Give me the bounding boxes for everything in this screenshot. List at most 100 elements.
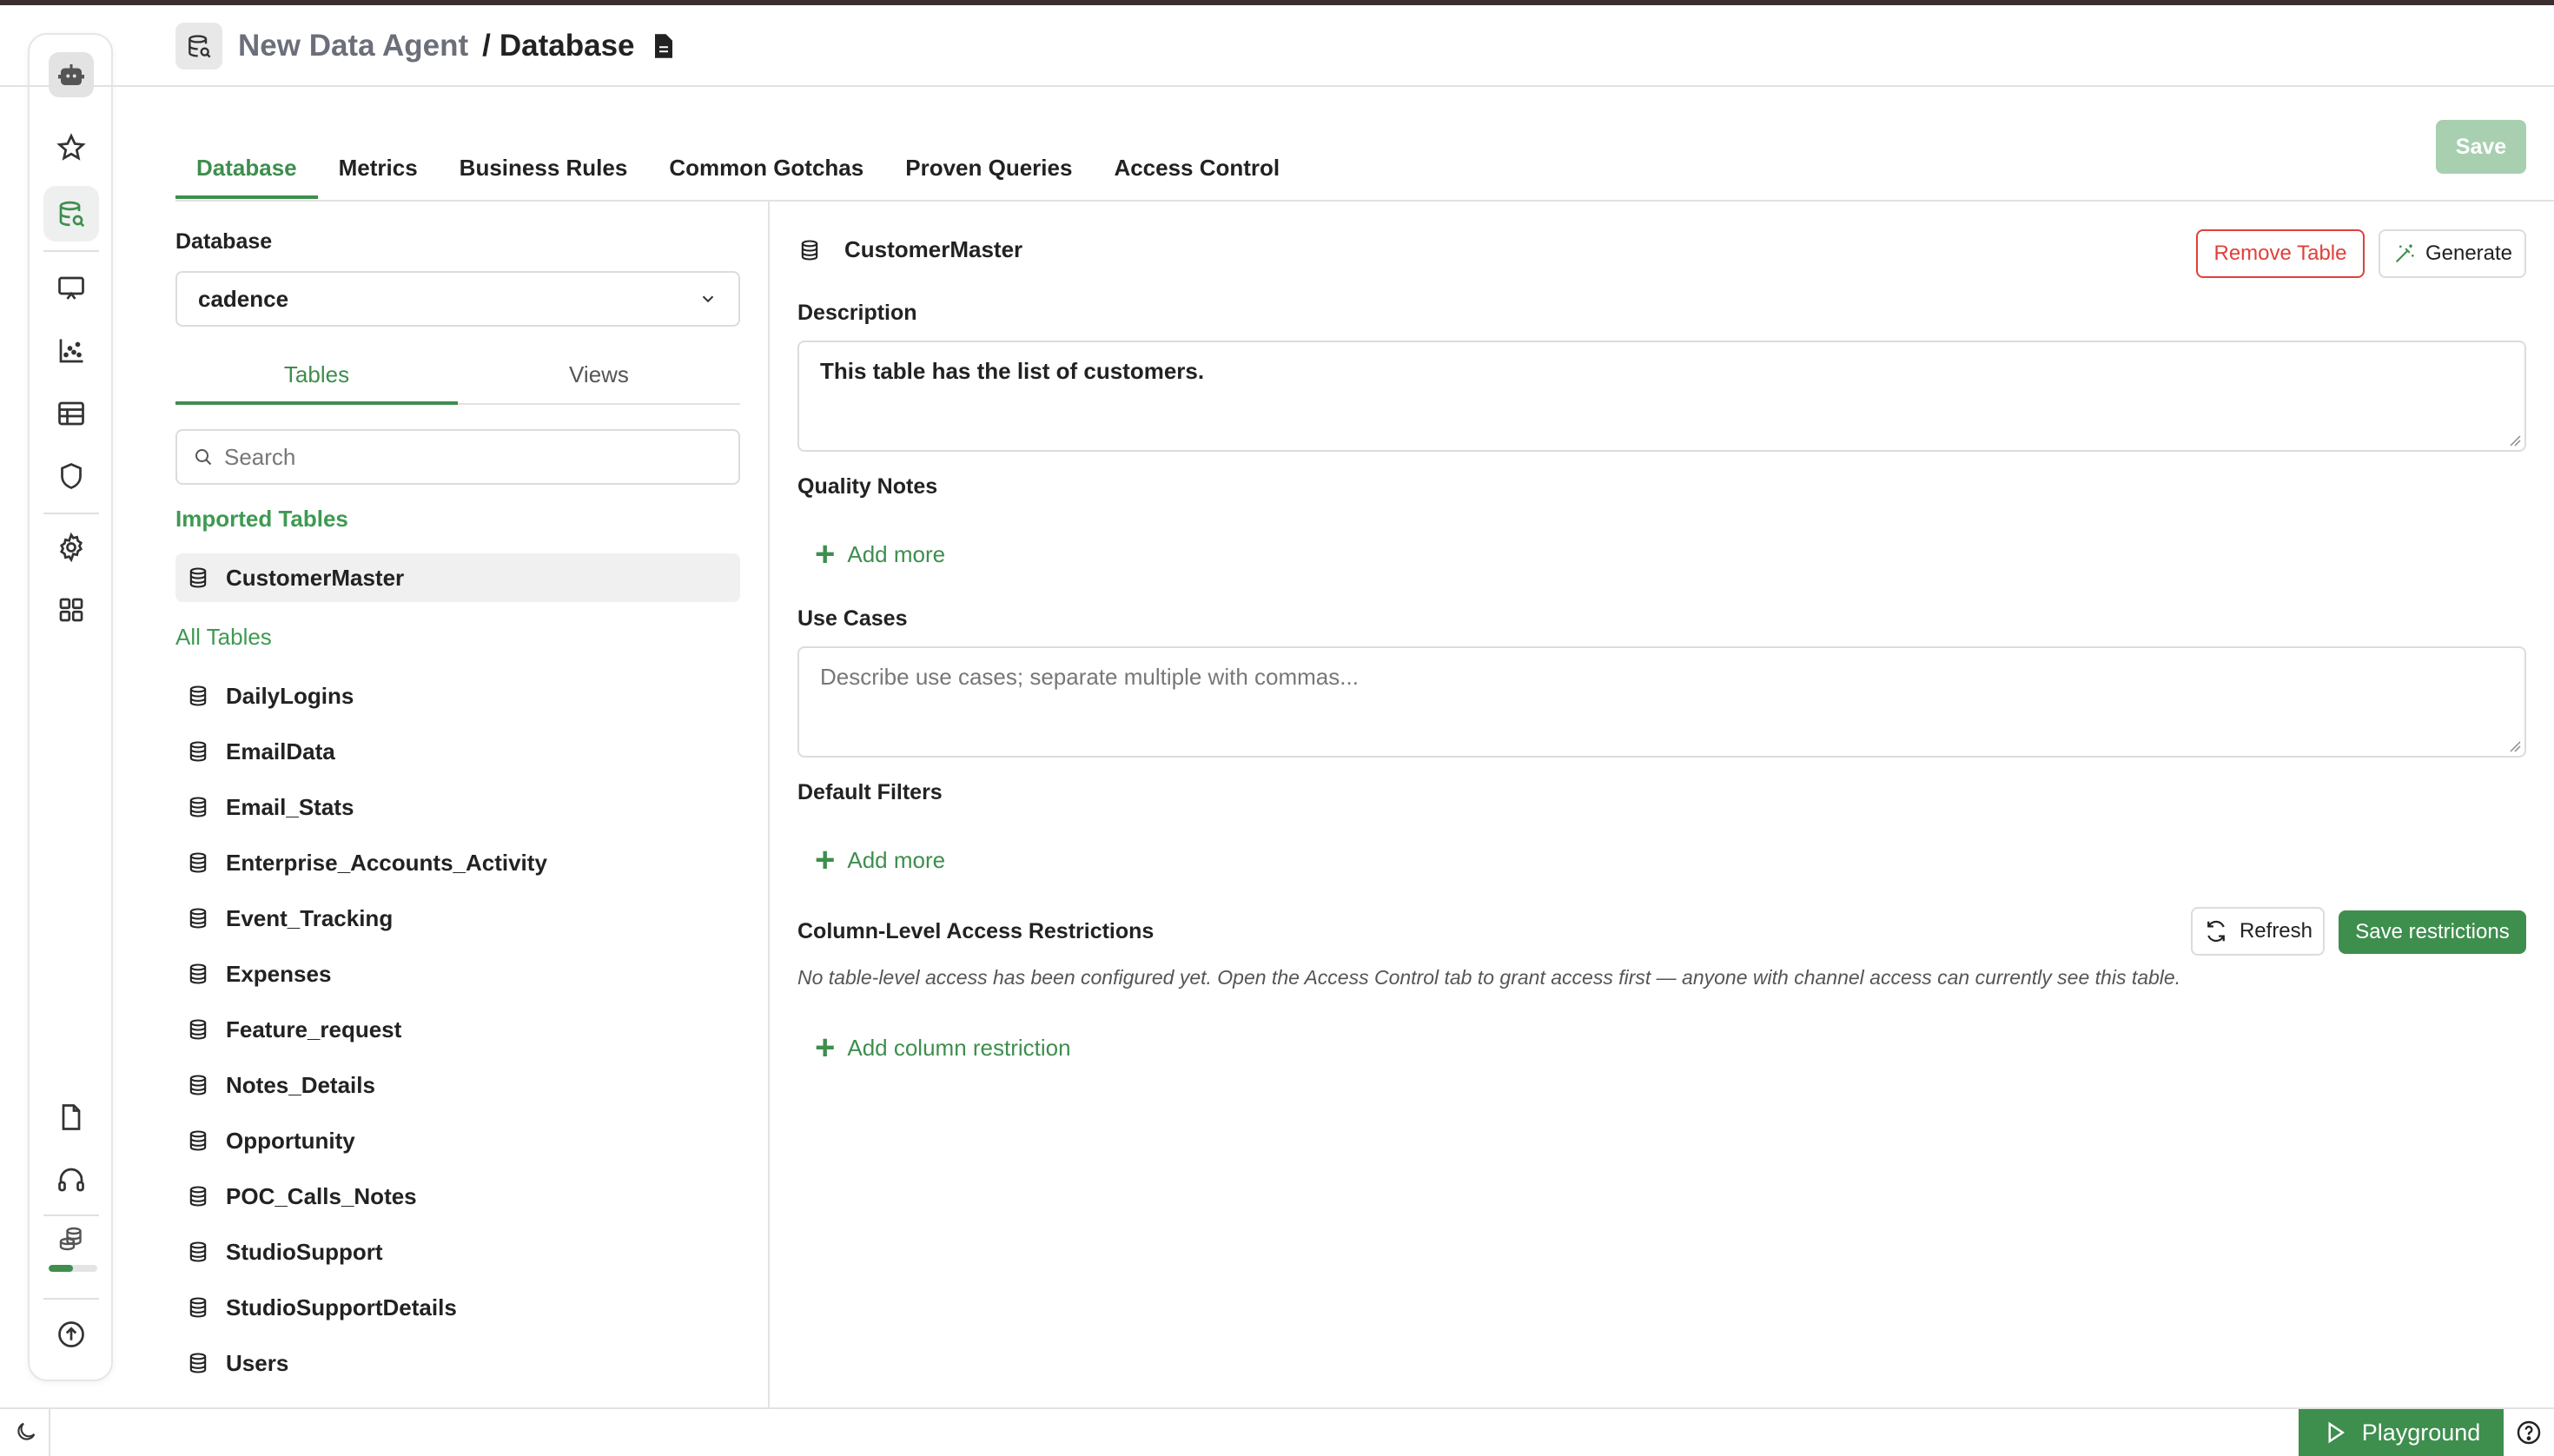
tab-metrics[interactable]: Metrics (318, 148, 439, 199)
table-name: Opportunity (226, 1127, 355, 1154)
description-field[interactable]: This table has the list of customers. (797, 341, 2526, 452)
tab-access-control[interactable]: Access Control (1093, 148, 1300, 199)
grid-icon[interactable] (43, 582, 99, 638)
page-header: New Data Agent / Database (175, 23, 675, 69)
usage-progress-fill (49, 1265, 73, 1272)
all-tables-heading: All Tables (175, 624, 272, 650)
restrictions-info-note: No table-level access has been configure… (797, 966, 2181, 989)
table-list-item[interactable]: DailyLogins (175, 672, 740, 720)
table-list-item[interactable]: EmailData (175, 727, 740, 776)
table-list-item[interactable]: StudioSupport (175, 1228, 740, 1276)
tab-proven-queries[interactable]: Proven Queries (884, 148, 1093, 199)
breadcrumb-agent-name[interactable]: New Data Agent (238, 29, 468, 63)
magic-wand-icon (2395, 244, 2414, 263)
coins-icon[interactable] (43, 1211, 99, 1267)
playground-label: Playground (2361, 1419, 2481, 1446)
generate-button[interactable]: Generate (2379, 229, 2526, 278)
table-list-item[interactable]: Users (175, 1339, 740, 1387)
usage-progress-bar (49, 1265, 97, 1272)
quality-notes-label: Quality Notes (797, 474, 938, 499)
table-list-item[interactable]: StudioSupportDetails (175, 1283, 740, 1332)
add-more-label: Add more (847, 846, 946, 873)
rail-divider (43, 1298, 99, 1300)
tab-business-rules[interactable]: Business Rules (439, 148, 649, 199)
search-box (175, 429, 740, 485)
robot-icon[interactable] (49, 52, 94, 97)
remove-table-button[interactable]: Remove Table (2196, 229, 2365, 278)
database-icon (801, 239, 818, 261)
table-list-item[interactable]: Event_Tracking (175, 894, 740, 943)
scatter-chart-icon[interactable] (43, 323, 99, 379)
refresh-button[interactable]: Refresh (2191, 907, 2325, 956)
database-icon (189, 567, 207, 588)
presentation-icon[interactable] (43, 261, 99, 316)
selected-table-name: CustomerMaster (844, 236, 1023, 262)
save-button[interactable]: Save (2436, 120, 2526, 174)
database-icon (189, 1353, 207, 1373)
star-icon[interactable] (43, 120, 99, 175)
database-icon (189, 741, 207, 762)
subtab-tables[interactable]: Tables (175, 351, 458, 405)
rail-divider (43, 513, 99, 514)
use-cases-field[interactable]: Describe use cases; separate multiple wi… (797, 646, 2526, 758)
table-name: StudioSupportDetails (226, 1294, 457, 1320)
tab-database[interactable]: Database (175, 148, 318, 199)
table-list-item[interactable]: CustomerMaster (175, 553, 740, 602)
document-icon[interactable] (652, 33, 675, 59)
plus-icon: + (815, 535, 836, 573)
refresh-label: Refresh (2239, 919, 2313, 943)
table-list-item[interactable]: Opportunity (175, 1116, 740, 1165)
use-cases-placeholder: Describe use cases; separate multiple wi… (820, 664, 1359, 690)
table-name: Event_Tracking (226, 904, 394, 931)
playground-button[interactable]: Playground (2299, 1409, 2504, 1456)
headset-icon[interactable] (43, 1152, 99, 1208)
add-quality-note-button[interactable]: + Add more (815, 537, 945, 572)
description-label: Description (797, 301, 917, 325)
gear-icon[interactable] (43, 520, 99, 575)
table-list-item[interactable]: Email_Stats (175, 783, 740, 831)
selected-table-title: CustomerMaster (797, 236, 1022, 263)
resize-grip-icon[interactable] (2509, 740, 2521, 752)
document-icon[interactable] (43, 1089, 99, 1145)
save-restrictions-button[interactable]: Save restrictions (2339, 910, 2526, 954)
imported-tables-heading: Imported Tables (175, 506, 348, 532)
table-list-item[interactable]: Feature_request (175, 1005, 740, 1054)
shield-icon[interactable] (43, 448, 99, 504)
table-list-item[interactable]: Notes_Details (175, 1061, 740, 1109)
table-list-item[interactable]: Expenses (175, 950, 740, 998)
table-name: DailyLogins (226, 682, 354, 709)
add-column-restriction-button[interactable]: + Add column restriction (815, 1030, 1071, 1065)
add-default-filter-button[interactable]: + Add more (815, 843, 945, 877)
help-icon[interactable] (2504, 1409, 2554, 1456)
column-restrictions-label: Column-Level Access Restrictions (797, 919, 1155, 943)
upload-icon[interactable] (43, 1307, 99, 1362)
database-select[interactable]: cadence (175, 271, 740, 327)
use-cases-label: Use Cases (797, 606, 908, 631)
play-icon (2328, 1421, 2345, 1444)
table-name: Users (226, 1349, 289, 1376)
add-more-label: Add more (847, 540, 946, 567)
database-search-icon (175, 23, 222, 69)
table-name: Enterprise_Accounts_Activity (226, 849, 547, 876)
resize-grip-icon[interactable] (2509, 434, 2521, 447)
table-name: Feature_request (226, 1016, 402, 1042)
database-icon (189, 1186, 207, 1207)
search-input[interactable] (224, 443, 711, 471)
table-name: EmailData (226, 738, 335, 764)
icon-rail (28, 33, 113, 1381)
database-icon (189, 908, 207, 929)
panel-divider (768, 202, 770, 1407)
footer-divider (0, 1407, 2554, 1409)
chevron-down-icon (702, 295, 714, 303)
plus-icon: + (815, 841, 836, 879)
tab-common-gotchas[interactable]: Common Gotchas (648, 148, 884, 199)
table-name: Email_Stats (226, 793, 354, 820)
moon-icon[interactable] (14, 1420, 38, 1444)
plus-icon: + (815, 1029, 836, 1067)
table-list-item[interactable]: Enterprise_Accounts_Activity (175, 838, 740, 887)
table-icon[interactable] (43, 386, 99, 441)
subtab-views[interactable]: Views (458, 351, 740, 403)
table-name: Expenses (226, 960, 332, 987)
database-search-icon[interactable] (43, 186, 99, 242)
table-list-item[interactable]: POC_Calls_Notes (175, 1172, 740, 1221)
